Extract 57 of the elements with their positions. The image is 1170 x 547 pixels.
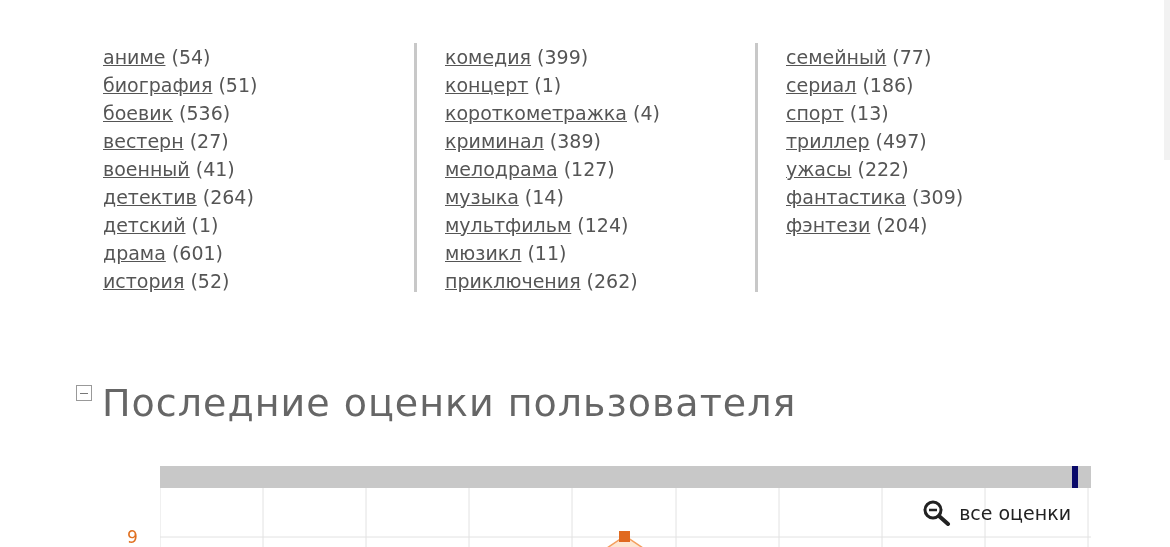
collapse-icon[interactable] — [76, 385, 92, 401]
genre-count: (11) — [527, 242, 567, 264]
y-axis-tick-label: 9 — [127, 526, 138, 547]
genre-link[interactable]: короткометражка — [445, 102, 627, 124]
chart-scroll-bar[interactable] — [160, 466, 1091, 488]
genre-count: (536) — [179, 102, 231, 124]
genre-count: (186) — [862, 74, 914, 96]
genre-count: (1) — [534, 74, 562, 96]
genre-count: (222) — [857, 158, 909, 180]
genre-link[interactable]: сериал — [786, 74, 857, 96]
genre-link[interactable]: криминал — [445, 130, 544, 152]
genre-link[interactable]: ужасы — [786, 158, 852, 180]
genre-count: (77) — [892, 46, 932, 68]
genre-link[interactable]: фантастика — [786, 186, 906, 208]
genre-count: (41) — [195, 158, 235, 180]
zoom-out-icon[interactable] — [923, 500, 952, 527]
genre-count: (4) — [633, 102, 660, 124]
genre-link[interactable]: мультфильм — [445, 214, 572, 236]
genre-count: (601) — [171, 242, 223, 264]
genre-count: (389) — [549, 130, 601, 152]
genre-count: (497) — [875, 130, 927, 152]
genre-link[interactable]: мюзикл — [445, 242, 522, 264]
genre-count: (262) — [586, 270, 638, 292]
genre-link[interactable]: комедия — [445, 46, 532, 68]
genre-count: (264) — [202, 186, 254, 208]
genre-link[interactable]: боевик — [103, 102, 174, 124]
genre-link[interactable]: мелодрама — [445, 158, 558, 180]
genre-count: (399) — [537, 46, 589, 68]
genre-link[interactable]: спорт — [786, 102, 844, 124]
genre-count: (14) — [524, 186, 564, 208]
all-ratings-link[interactable]: все оценки — [959, 499, 1071, 528]
genre-count: (309) — [912, 186, 964, 208]
genre-link[interactable]: детектив — [103, 186, 197, 208]
genre-link[interactable]: драма — [103, 242, 166, 264]
genre-count: (204) — [876, 214, 928, 236]
genre-link[interactable]: музыка — [445, 186, 519, 208]
genre-link[interactable]: аниме — [103, 46, 166, 68]
genre-count: (124) — [577, 214, 629, 236]
genre-link[interactable]: семейный — [786, 46, 887, 68]
genre-link[interactable]: биография — [103, 74, 213, 96]
genre-count: (51) — [218, 74, 258, 96]
genre-count: (127) — [563, 158, 615, 180]
genre-link[interactable]: история — [103, 270, 185, 292]
section-title: Последние оценки пользователя — [102, 381, 797, 425]
genre-count: (54) — [171, 46, 211, 68]
genre-count: (52) — [190, 270, 230, 292]
scroll-handle[interactable] — [1072, 466, 1078, 488]
genre-link[interactable]: фэнтези — [786, 214, 871, 236]
genre-link[interactable]: концерт — [445, 74, 529, 96]
genre-link[interactable]: приключения — [445, 270, 581, 292]
genre-link[interactable]: детский — [103, 214, 186, 236]
genre-count: (27) — [189, 130, 229, 152]
genre-link[interactable]: триллер — [786, 130, 870, 152]
genre-link[interactable]: военный — [103, 158, 190, 180]
genre-link[interactable]: вестерн — [103, 130, 184, 152]
genre-count: (1) — [191, 214, 219, 236]
genre-count: (13) — [849, 102, 889, 124]
